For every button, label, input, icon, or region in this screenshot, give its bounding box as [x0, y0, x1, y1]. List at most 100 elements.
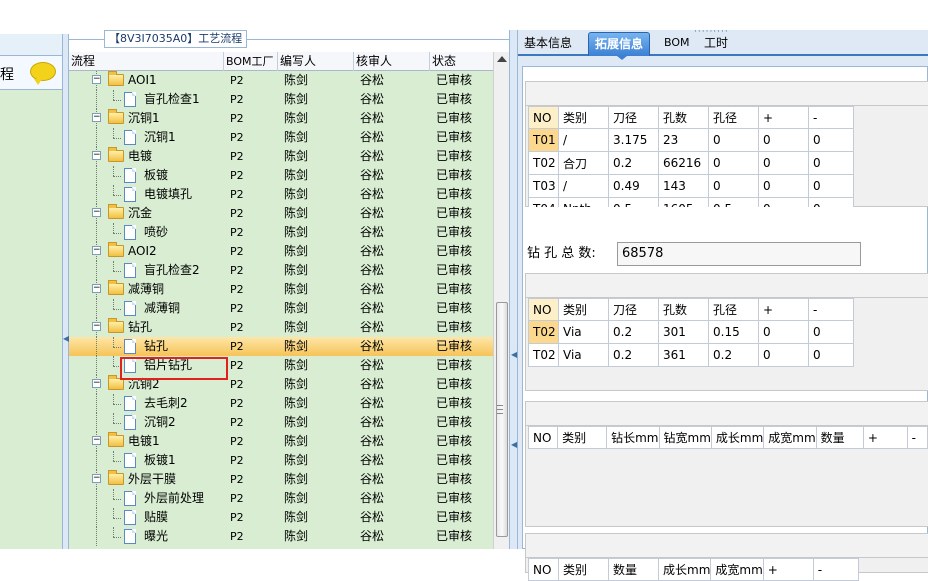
collapse-toggle-icon[interactable]: −	[92, 151, 101, 160]
process-tree-grid[interactable]: 流程 BOM工厂 编写人 核审人 状态 − AOI1 P2 陈剑 谷松 已审核 盲孔检查1 P…	[69, 52, 493, 549]
tree-folder-row[interactable]: − AOI1 P2 陈剑 谷松 已审核	[69, 71, 493, 90]
reviewer-cell: 谷松	[360, 73, 385, 87]
via-col-minus: -	[808, 298, 854, 321]
tree-folder-row[interactable]: − 沉铜1 P2 陈剑 谷松 已审核	[69, 109, 493, 128]
collapse-toggle-icon[interactable]: −	[92, 246, 101, 255]
via-table-row[interactable]: T02 Via 0.2 361 0.2 0 0	[528, 343, 854, 367]
status-cell: 已审核	[436, 111, 473, 125]
collapse-toggle-icon[interactable]: −	[92, 208, 101, 217]
collapse-toggle-icon[interactable]: −	[92, 379, 101, 388]
status-cell: 已审核	[436, 73, 473, 87]
tree-item-row[interactable]: 盲孔检查2 P2 陈剑 谷松 已审核	[69, 261, 493, 280]
drill-cell: 0.5	[608, 197, 659, 207]
column-header-status[interactable]: 状态	[430, 52, 493, 71]
bom-factory-cell: P2	[230, 321, 244, 334]
drill-total-field[interactable]: 68578	[617, 242, 861, 266]
tree-node-label: 电镀1	[128, 434, 160, 448]
tree-folder-row[interactable]: − 电镀1 P2 陈剑 谷松 已审核	[69, 432, 493, 451]
tree-folder-row[interactable]: − 外层干膜 P2 陈剑 谷松 已审核	[69, 470, 493, 489]
drill-table-row[interactable]: T02 合刀 0.2 66216 0 0 0	[528, 151, 854, 175]
via-table-row[interactable]: T02 Via 0.2 301 0.15 0 0	[528, 320, 854, 344]
tree-connector-line	[113, 271, 121, 272]
collapse-toggle-icon[interactable]: −	[92, 322, 101, 331]
size-table-header: NO 类别 数量 成长mm 成宽mm + -	[528, 558, 859, 581]
reviewer-cell: 谷松	[360, 168, 385, 182]
tree-item-row[interactable]: 沉铜1 P2 陈剑 谷松 已审核	[69, 128, 493, 147]
status-cell: 已审核	[436, 396, 473, 410]
left-panel-header	[0, 34, 62, 56]
tree-connector-line	[113, 489, 114, 499]
size-col-quantity: 数量	[608, 558, 659, 581]
drill-total-label: 钻 孔 总 数:	[527, 246, 596, 261]
tree-folder-row[interactable]: − 电镀 P2 陈剑 谷松 已审核	[69, 147, 493, 166]
splitter-arrow-icon[interactable]: ◀	[511, 440, 517, 449]
drill-table-row[interactable]: T03/0.49 143 0 0 0	[528, 174, 854, 198]
column-header-bom-factory[interactable]: BOM工厂	[224, 52, 278, 71]
tree-node-label: 沉铜1	[128, 111, 160, 125]
tree-item-row[interactable]: 沉铜2 P2 陈剑 谷松 已审核	[69, 413, 493, 432]
folder-icon	[108, 318, 124, 333]
collapse-toggle-icon[interactable]: −	[92, 474, 101, 483]
tree-item-row[interactable]: 电镀填孔 P2 陈剑 谷松 已审核	[69, 185, 493, 204]
tree-connector-line	[96, 508, 97, 527]
left-panel-row-text: 程	[0, 67, 14, 83]
tree-item-row[interactable]: 钻孔 P2 陈剑 谷松 已审核	[69, 337, 493, 356]
tree-connector-line	[96, 185, 97, 204]
column-header-author[interactable]: 编写人	[278, 52, 354, 71]
tree-item-row[interactable]: 盲孔检查1 P2 陈剑 谷松 已审核	[69, 90, 493, 109]
tree-folder-row[interactable]: − 沉金 P2 陈剑 谷松 已审核	[69, 204, 493, 223]
comment-bubble-icon[interactable]	[30, 62, 56, 85]
via-cell: 0.2	[608, 320, 659, 344]
left-panel-row[interactable]: 程	[0, 56, 62, 90]
tree-folder-row[interactable]: − AOI2 P2 陈剑 谷松 已审核	[69, 242, 493, 261]
via-cell: 0.2	[608, 343, 659, 367]
drill-table-viewport: NO 类别 刀径 孔数 孔径 + - T01/3.175 23 0 0 0 T02 合刀 0.…	[526, 106, 928, 207]
tree-vertical-scrollbar[interactable]	[493, 52, 509, 549]
tree-folder-row[interactable]: − 钻孔 P2 陈剑 谷松 已审核	[69, 318, 493, 337]
tree-item-row[interactable]: 减薄铜 P2 陈剑 谷松 已审核	[69, 299, 493, 318]
scroll-thumb[interactable]	[496, 302, 508, 537]
bom-factory-cell: P2	[230, 112, 244, 125]
tree-item-row[interactable]: 板镀 P2 陈剑 谷松 已审核	[69, 166, 493, 185]
tree-folder-row[interactable]: − 减薄铜 P2 陈剑 谷松 已审核	[69, 280, 493, 299]
tree-item-row[interactable]: 贴膜 P2 陈剑 谷松 已审核	[69, 508, 493, 527]
tree-item-row[interactable]: 曝光 P2 陈剑 谷松 已审核	[69, 527, 493, 546]
via-cell: Via	[558, 320, 609, 344]
tree-connector-line	[113, 356, 114, 366]
via-col-tool-diameter: 刀径	[608, 298, 659, 321]
tree-connector-line	[96, 90, 97, 109]
document-icon	[124, 187, 136, 202]
via-col-plus: +	[758, 298, 809, 321]
tree-connector-line	[113, 404, 121, 405]
tree-node-label: AOI1	[128, 73, 157, 87]
tree-node-label: 沉铜1	[144, 130, 176, 144]
drill-table-row[interactable]: T01/3.175 23 0 0 0	[528, 128, 854, 152]
splitter-arrow-icon[interactable]: ◀	[511, 350, 517, 359]
column-header-reviewer[interactable]: 核审人	[354, 52, 430, 71]
collapse-toggle-icon[interactable]: −	[92, 75, 101, 84]
drill-table-row[interactable]: T04Npth0.516050.500	[528, 197, 854, 207]
drill-col-plus: +	[758, 106, 809, 129]
collapse-toggle-icon[interactable]: −	[92, 113, 101, 122]
tab-extended-info[interactable]: 拓展信息	[588, 32, 651, 60]
collapse-toggle-icon[interactable]: −	[92, 436, 101, 445]
tree-item-row[interactable]: 喷砂 P2 陈剑 谷松 已审核	[69, 223, 493, 242]
column-header-process[interactable]: 流程	[69, 52, 224, 71]
author-cell: 陈剑	[284, 92, 309, 106]
drill-col-tool-diameter: 刀径	[608, 106, 659, 129]
tree-item-row[interactable]: 板镀1 P2 陈剑 谷松 已审核	[69, 451, 493, 470]
tree-connector-line	[113, 100, 121, 101]
drill-cell: T03	[528, 174, 559, 198]
tree-item-row[interactable]: 去毛刺2 P2 陈剑 谷松 已审核	[69, 394, 493, 413]
drill-cell: 0	[808, 174, 854, 198]
tree-item-row[interactable]: 外层前处理 P2 陈剑 谷松 已审核	[69, 489, 493, 508]
tab-work-hours[interactable]: 工时	[698, 32, 734, 56]
status-cell: 已审核	[436, 472, 473, 486]
via-section: NO 类别 刀径 孔数 孔径 + - T02 Via 0.2 301 0.15 0 0 T02…	[525, 273, 928, 391]
tab-basic-info[interactable]: 基本信息	[518, 32, 578, 56]
collapse-toggle-icon[interactable]: −	[92, 284, 101, 293]
via-cell: 0	[758, 320, 809, 344]
scroll-up-icon[interactable]	[497, 56, 507, 62]
middle-splitter[interactable]: ◀ ◀	[509, 30, 518, 549]
tab-bom[interactable]: BOM	[658, 32, 696, 56]
